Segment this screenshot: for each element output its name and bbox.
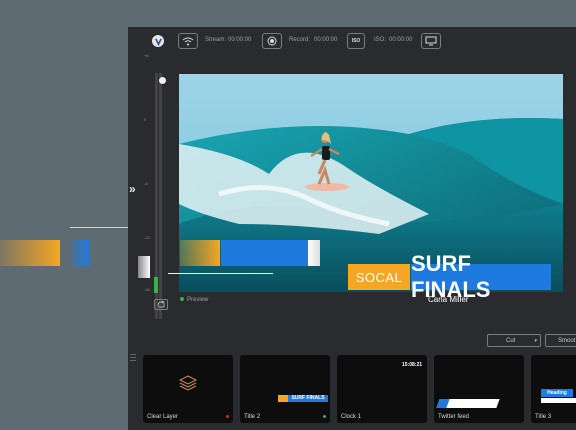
thumb-clock: 15:08:21 — [401, 362, 422, 368]
tile-title-3[interactable]: Heading Title 3 — [531, 355, 576, 423]
orange-bar — [0, 240, 60, 266]
monitor-icon — [425, 36, 437, 46]
tile-clear-layer[interactable]: Clear Layer — [143, 355, 233, 423]
tally-dot — [323, 415, 326, 418]
record-time: 00:00:00 — [314, 37, 338, 43]
stream-time: 00:00:00 — [228, 37, 252, 43]
preview-label-text: Preview — [187, 297, 209, 303]
iso-label: ISO: — [374, 37, 387, 43]
thumb-title: SURF FINALS — [288, 395, 328, 402]
preview-orange-bar — [180, 240, 220, 266]
decorative-bars — [0, 240, 128, 268]
record-button[interactable] — [262, 33, 282, 49]
audio-level-indicator — [154, 277, 158, 293]
meter-lane-right — [159, 73, 162, 319]
meter-tick-label: +6 — [144, 53, 149, 58]
iso-badge: ISO — [351, 38, 361, 44]
lower-third-name: Carla Miller — [428, 295, 469, 304]
thumb-heading-bar — [541, 398, 576, 403]
cut-label: Cut — [506, 337, 516, 344]
chevron-down-icon: ▾ — [534, 337, 537, 344]
wifi-icon — [182, 37, 194, 45]
loop-icon — [157, 301, 165, 308]
tile-title-2[interactable]: SURF FINALS Title 2 — [240, 355, 330, 423]
meter-tick-label: -6 — [144, 181, 148, 186]
tile-label: Title 2 — [244, 414, 261, 420]
tile-clock-1[interactable]: 15:08:21 Clock 1 — [337, 355, 427, 423]
app-window: Stream: 00:00:00 Record: 00:00:00 ISO IS… — [128, 27, 576, 430]
toolbar: Stream: 00:00:00 Record: 00:00:00 ISO IS… — [128, 27, 576, 55]
tile-label: Twitter feed — [438, 414, 470, 420]
thumb-orange — [278, 395, 288, 402]
layers-icon — [179, 375, 197, 391]
preview-overlay-line — [168, 273, 273, 274]
preview-white-left-bar — [138, 256, 150, 278]
drag-handle-icon[interactable] — [130, 354, 136, 363]
tally-dot — [226, 415, 229, 418]
stream-button[interactable] — [178, 33, 198, 49]
audio-meter: +6 0 -6 -12 -18 — [144, 53, 166, 319]
meter-tick-label: -12 — [144, 235, 150, 240]
volume-slider-thumb[interactable] — [159, 77, 166, 84]
record-label: Record: — [289, 37, 311, 43]
iso-button[interactable]: ISO — [347, 33, 365, 49]
record-icon — [267, 36, 277, 46]
tile-label: Title 3 — [535, 414, 552, 420]
tile-label: Clock 1 — [341, 414, 362, 420]
smooth-label: Smoot — [558, 337, 576, 344]
tile-label: Clear Layer — [147, 414, 179, 420]
preview-label: Preview — [180, 297, 208, 303]
iso-time: 00:00:00 — [389, 37, 413, 43]
meter-tick-label: 0 — [144, 117, 147, 122]
output-display-button[interactable] — [421, 33, 441, 49]
preview-status-dot — [180, 297, 184, 302]
preview-white-bar — [308, 240, 320, 266]
loop-button[interactable] — [154, 299, 168, 310]
cut-dropdown[interactable]: Cut ▾ — [487, 334, 541, 347]
app-logo-icon — [152, 35, 164, 47]
thumb-heading: Heading — [541, 389, 573, 397]
lower-third-title: SURF FINALS — [411, 251, 551, 302]
tile-twitter-feed[interactable]: Twitter feed — [434, 355, 524, 423]
lower-third-tag: SOCAL — [348, 264, 410, 290]
expand-sidebar-button[interactable]: » — [129, 182, 136, 196]
preview-blue-bar — [221, 240, 308, 266]
stream-label: Stream: — [205, 37, 227, 43]
blue-bar — [72, 240, 90, 266]
smooth-transition-button[interactable]: Smoot — [545, 334, 576, 347]
meter-tick-label: -18 — [144, 287, 150, 292]
